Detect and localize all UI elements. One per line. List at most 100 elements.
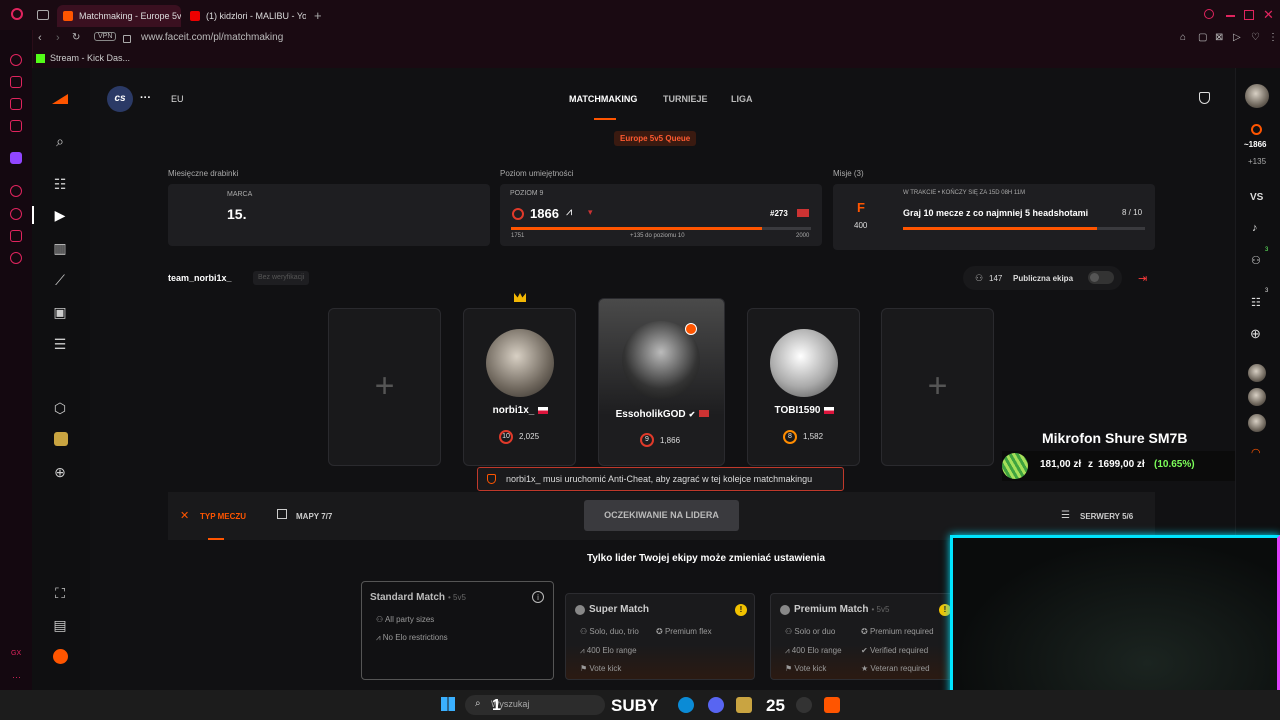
trend-icon: ⩘ <box>566 206 573 218</box>
premium-match-card[interactable]: Premium Match • 5v5 ! ⚇ Solo or duo ✪ Pre… <box>770 593 955 680</box>
game-more-icon[interactable]: ··· <box>140 92 151 104</box>
new-tab-icon[interactable]: + <box>314 8 322 23</box>
discord-icon[interactable] <box>708 697 724 713</box>
friend-avatar[interactable] <box>1248 414 1266 432</box>
twitch-icon[interactable] <box>10 152 22 164</box>
history-icon[interactable] <box>10 208 22 220</box>
game-selector[interactable]: cs <box>107 86 133 112</box>
tab-matchmaking-nav[interactable]: MATCHMAKING <box>569 94 637 104</box>
headset-icon[interactable]: ◠ <box>1251 446 1261 459</box>
profile-avatar[interactable] <box>1245 84 1269 108</box>
public-team-toggle[interactable] <box>1088 271 1114 284</box>
player-card-1[interactable]: norbi1x_ 10 2,025 <box>463 308 576 466</box>
messenger-icon[interactable] <box>10 98 22 110</box>
shield-icon[interactable] <box>1199 92 1210 104</box>
waiting-leader-button[interactable]: OCZEKIWANIE NA LIDERA <box>584 500 739 531</box>
versus-icon[interactable]: VS <box>1250 192 1263 203</box>
standard-match-card[interactable]: Standard Match • 5v5 i ⚇ All party sizes … <box>361 581 554 680</box>
trend-icon: ⩘ <box>376 633 383 642</box>
tab-youtube[interactable]: (1) kidzlori - MALIBU - You <box>184 5 306 27</box>
tab-league[interactable]: LIGA <box>731 94 753 104</box>
player-sidebar-icon[interactable] <box>10 185 22 197</box>
leave-party-icon[interactable]: ⇥ <box>1138 272 1147 285</box>
super-match-card[interactable]: Super Match ! ⚇ Solo, duo, trio ✪ Premiu… <box>565 593 755 680</box>
kick-favicon-icon <box>36 54 45 63</box>
back-icon[interactable]: ‹ <box>38 32 42 44</box>
friend-avatar[interactable] <box>1248 388 1266 406</box>
premium-icon <box>780 605 790 615</box>
row: ✪ Premium flex <box>656 627 712 636</box>
bookmark-page-icon[interactable]: ⌂ <box>1180 32 1186 43</box>
region-label[interactable]: EU <box>171 94 184 104</box>
shop-icon[interactable]: ▤ <box>52 617 68 633</box>
empty-slot-right[interactable]: + <box>881 308 994 466</box>
aria-icon[interactable] <box>10 54 22 66</box>
party-size-row: ⚇ All party sizes <box>376 615 435 624</box>
url-field[interactable]: www.faceit.com/pl/matchmaking <box>141 32 283 43</box>
player-card-2[interactable]: EssoholikGOD ✔ 9 1,866 <box>598 298 725 466</box>
find-players-icon[interactable]: ☷ <box>52 176 68 192</box>
close-window-icon[interactable]: ✕ <box>1263 7 1274 23</box>
search-icon[interactable]: ⌕ <box>52 133 68 149</box>
reload-icon[interactable]: ↻ <box>72 32 80 43</box>
gx-icon[interactable]: GX <box>11 650 21 657</box>
tab-servers[interactable]: SERWERY 5/6 <box>1080 512 1133 521</box>
minimize-icon[interactable] <box>1226 15 1235 17</box>
empty-slot-left[interactable]: + <box>328 308 441 466</box>
more-icon[interactable]: ··· <box>12 672 21 682</box>
add-player-icon: + <box>374 367 395 405</box>
stats-icon[interactable]: ▥ <box>52 240 68 256</box>
snapshot-icon[interactable]: ▢ <box>1198 32 1207 43</box>
premium-icon[interactable] <box>53 649 68 664</box>
skill-card[interactable]: POZIOM 9 1866 ⩘ ▾ #273 1751 +135 do pozi… <box>500 184 822 246</box>
info-icon[interactable]: i <box>532 591 544 603</box>
vpn-badge[interactable]: VPN <box>94 32 117 41</box>
player-icon[interactable]: ▷ <box>1233 32 1241 43</box>
clubs-icon[interactable]: ⬡ <box>52 400 68 416</box>
extensions-icon[interactable]: ⊠ <box>1215 32 1223 43</box>
verified-icon: ✔ <box>688 410 696 419</box>
maximize-icon[interactable] <box>1244 10 1254 20</box>
heart-icon[interactable]: ♡ <box>1251 32 1260 43</box>
faceit-logo-icon[interactable] <box>52 94 68 104</box>
party-icon[interactable]: ☷ <box>1251 296 1261 309</box>
news-icon[interactable] <box>10 120 22 132</box>
alert-icon: ! <box>735 604 747 616</box>
missions-card[interactable]: F 400 W TRAKCIE • KOŃCZY SIĘ ZA 15D 08H … <box>833 184 1155 250</box>
forward-icon[interactable]: › <box>56 32 60 44</box>
taskbar-search[interactable]: ⌕ Wyszukaj <box>465 695 605 715</box>
bell-icon[interactable]: ♪ <box>1252 222 1258 234</box>
steam-icon[interactable] <box>796 697 812 713</box>
row: ⚑ Vote kick <box>580 664 622 673</box>
tab-switcher-icon[interactable] <box>37 10 49 20</box>
settings-icon[interactable] <box>10 252 22 264</box>
tab-maps[interactable]: MAPY 7/7 <box>296 512 332 521</box>
tab-tournaments[interactable]: TURNIEJE <box>663 94 708 104</box>
workspace-icon[interactable] <box>10 76 22 88</box>
tab-match-type[interactable]: TYP MECZU <box>200 512 246 521</box>
public-team-label: Publiczna ekipa <box>1013 274 1074 283</box>
faceit-ac-icon[interactable] <box>824 697 840 713</box>
add-club-icon[interactable]: ⊕ <box>52 464 68 480</box>
bookmark-kick[interactable]: Stream - Kick Das... <box>50 53 130 63</box>
tab-matchmaking[interactable]: Matchmaking - Europe 5v5 <box>57 5 181 27</box>
player-card-3[interactable]: TOBI1590 8 1,582 <box>747 308 860 466</box>
party-badge: 3 <box>1265 288 1269 294</box>
add-friend-icon[interactable]: ⊕ <box>1250 326 1261 342</box>
extensions-sidebar-icon[interactable] <box>10 230 22 242</box>
list-icon[interactable]: ☰ <box>52 336 68 352</box>
edge-icon[interactable] <box>678 697 694 713</box>
graph-icon[interactable]: ⟋ <box>52 272 68 288</box>
monthly-ladder-card[interactable]: MARCA 15. <box>168 184 490 246</box>
windows-start-icon[interactable] <box>441 697 455 711</box>
friend-avatar[interactable] <box>1248 364 1266 382</box>
fullscreen-icon[interactable]: ⛶ <box>52 585 68 601</box>
opera-logo-icon[interactable] <box>11 8 23 20</box>
friends-icon[interactable]: ⚇ <box>1251 254 1261 267</box>
app-icon[interactable] <box>736 697 752 713</box>
play-icon[interactable]: ▶ <box>52 207 68 223</box>
menu-icon[interactable]: ⋮ <box>1268 32 1278 43</box>
watch-icon[interactable]: ▣ <box>52 304 68 320</box>
search-tabs-icon[interactable] <box>1204 9 1214 19</box>
club-avatar[interactable] <box>54 432 68 446</box>
